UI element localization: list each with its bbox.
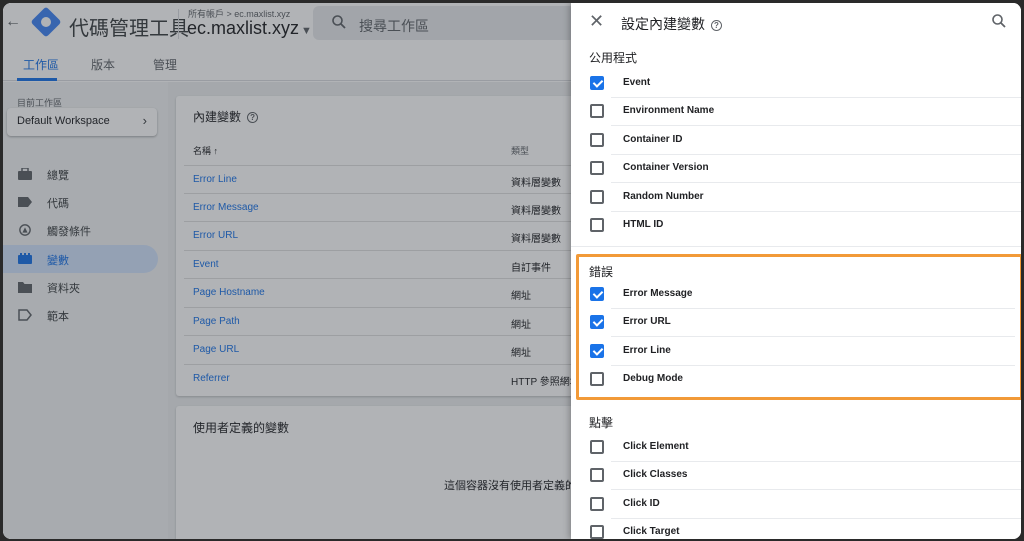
checkbox-item[interactable]: Click Element [571,433,1021,462]
checkbox-item[interactable]: Container Version [571,154,1021,183]
checkbox-label: Click Target [623,526,680,537]
configure-builtin-variables-panel: ✕ 設定內建變數? 公用程式 Event Environment Name Co… [571,3,1021,539]
checkbox[interactable] [590,440,604,454]
checkbox[interactable] [590,315,604,329]
checkbox-item[interactable]: Error URL [571,308,1021,337]
checkbox-label: Error URL [623,316,671,327]
checkbox-label: Debug Mode [623,373,683,384]
checkbox-label: Container ID [623,134,683,145]
checkbox-item[interactable]: HTML ID [571,211,1021,240]
section-heading-errors: 錯誤 [589,265,614,279]
checkbox-label: Environment Name [623,105,715,116]
checkbox-item[interactable]: Debug Mode [571,365,1021,394]
checkbox[interactable] [590,372,604,386]
checkbox-item[interactable]: Environment Name [571,97,1021,126]
checkbox-label: Error Line [623,345,671,356]
checkbox[interactable] [590,190,604,204]
section-heading-utilities: 公用程式 [589,51,638,65]
checkbox[interactable] [590,344,604,358]
checkbox-label: Container Version [623,162,709,173]
checkbox[interactable] [590,76,604,90]
checkbox-item[interactable]: Event [571,69,1021,98]
checkbox[interactable] [590,133,604,147]
checkbox[interactable] [590,104,604,118]
checkbox[interactable] [590,468,604,482]
panel-title-text: 設定內建變數 [621,16,705,32]
checkbox[interactable] [590,161,604,175]
checkbox[interactable] [590,218,604,232]
checkbox-item[interactable]: Container ID [571,126,1021,155]
checkbox-item[interactable]: Click ID [571,490,1021,519]
checkbox-item[interactable]: Random Number [571,183,1021,212]
checkbox-label: Click Classes [623,469,688,480]
checkbox-item[interactable]: Click Classes [571,461,1021,490]
help-icon[interactable]: ? [711,19,722,31]
checkbox-label: Random Number [623,191,704,202]
checkbox[interactable] [590,525,604,539]
panel-title: 設定內建變數? [621,14,722,34]
checkbox-label: Click Element [623,441,689,452]
checkbox-item[interactable]: Error Line [571,337,1021,366]
checkbox-label: HTML ID [623,219,664,230]
section-heading-clicks: 點擊 [589,416,614,430]
checkbox-item[interactable]: Error Message [571,280,1021,309]
search-icon[interactable] [991,13,1007,29]
checkbox-label: Error Message [623,288,693,299]
app-window: ← 代碼管理工具 所有帳戶 > ec.maxlist.xyz ec.maxlis… [3,3,1021,539]
checkbox-item[interactable]: Click Target [571,518,1021,539]
checkbox[interactable] [590,497,604,511]
checkbox[interactable] [590,287,604,301]
checkbox-label: Event [623,77,651,88]
section-divider [571,246,1021,247]
checkbox-label: Click ID [623,498,660,509]
close-icon[interactable]: ✕ [589,11,604,32]
modal-scrim[interactable] [3,3,571,539]
